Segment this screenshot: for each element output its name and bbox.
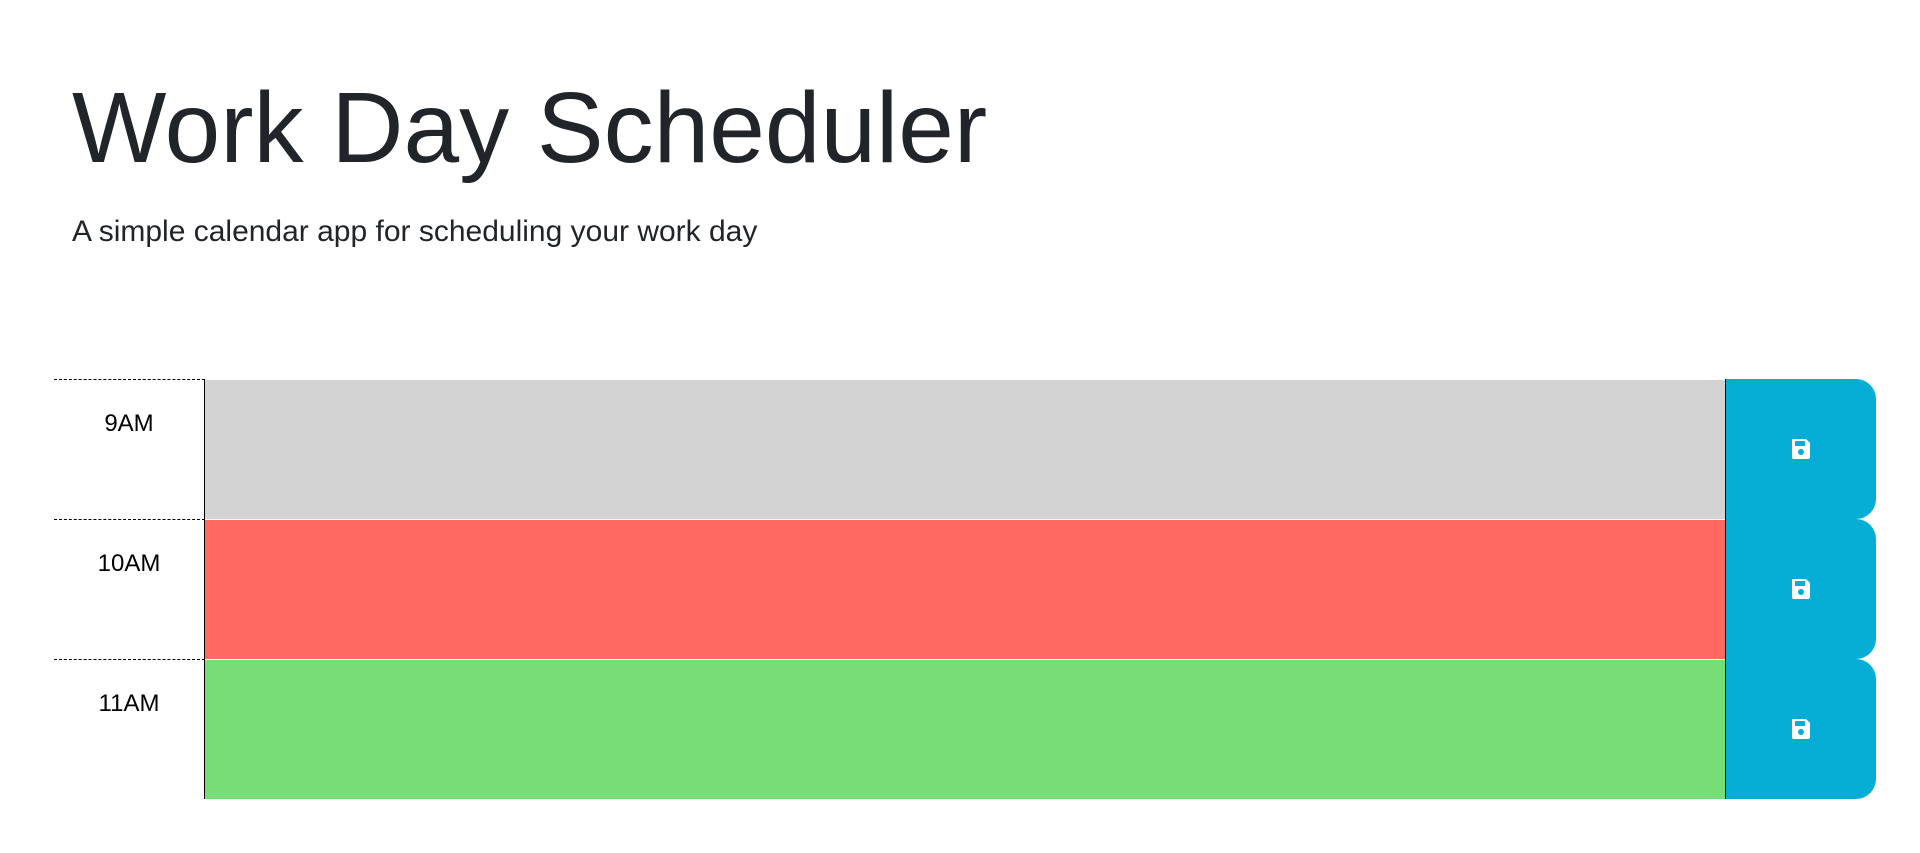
hour-label: 11AM	[54, 659, 205, 799]
floppy-disk-icon	[1792, 579, 1810, 599]
hour-label: 10AM	[54, 519, 205, 659]
page-title: Work Day Scheduler	[72, 72, 988, 184]
floppy-disk-icon	[1792, 439, 1810, 459]
time-block-10am: 10AM	[54, 519, 1876, 659]
description-input[interactable]	[205, 659, 1725, 799]
time-block-11am: 11AM	[54, 659, 1876, 799]
floppy-disk-icon	[1792, 719, 1810, 739]
save-button[interactable]	[1725, 379, 1876, 519]
save-button[interactable]	[1725, 519, 1876, 659]
save-button[interactable]	[1725, 659, 1876, 799]
time-block-9am: 9AM	[54, 379, 1876, 519]
schedule-container: 9AM 10AM 11AM	[54, 379, 1876, 799]
header: Work Day Scheduler A simple calendar app…	[72, 78, 1872, 250]
page-subtitle: A simple calendar app for scheduling you…	[72, 215, 758, 248]
description-input[interactable]	[205, 379, 1725, 519]
hour-label: 9AM	[54, 379, 205, 519]
description-input[interactable]	[205, 519, 1725, 659]
